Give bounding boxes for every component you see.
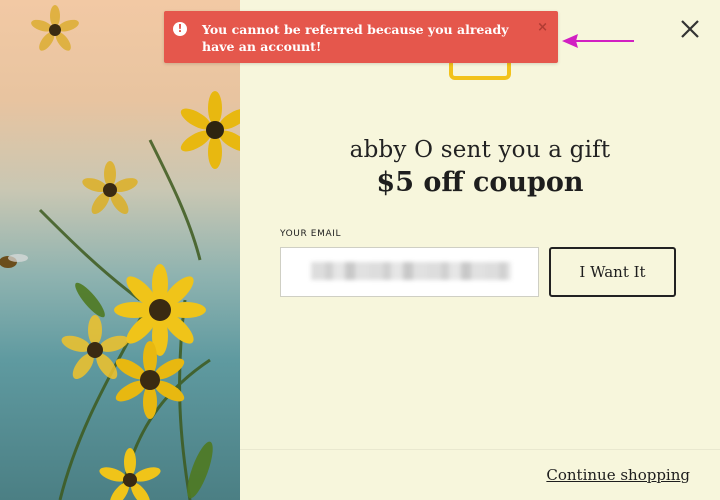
hero-photo — [0, 0, 240, 500]
alert-icon: ! — [173, 22, 187, 36]
flower-illustration — [0, 5, 240, 500]
bee-icon — [0, 254, 28, 268]
toast-close-icon[interactable]: × — [537, 20, 548, 35]
continue-shopping-link[interactable]: Continue shopping — [546, 466, 690, 484]
footer-divider — [240, 449, 720, 450]
annotation-arrow-icon — [562, 34, 634, 48]
i-want-it-button[interactable]: I Want It — [549, 247, 676, 297]
sender-heading: abby O sent you a gift — [349, 137, 611, 163]
offer-heading: $5 off coupon — [376, 167, 584, 198]
error-message: You cannot be referred because you alrea… — [202, 22, 509, 54]
email-field[interactable] — [280, 247, 539, 297]
error-toast: ! You cannot be referred because you alr… — [164, 11, 558, 63]
close-icon[interactable] — [677, 16, 703, 42]
email-label: YOUR EMAIL — [280, 229, 342, 239]
